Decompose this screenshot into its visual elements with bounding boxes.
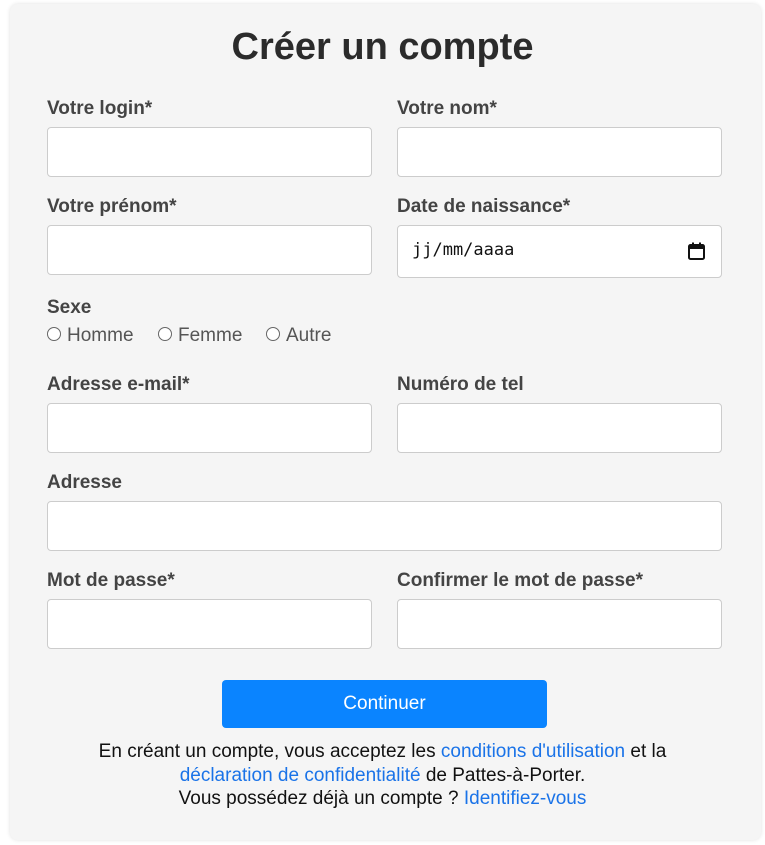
radio-femme[interactable]: Femme: [158, 325, 242, 347]
have-account-text: Vous possédez déjà un compte ?: [178, 788, 459, 809]
birthdate-input[interactable]: jj/mm/aaaa: [397, 225, 722, 278]
radio-homme-label: Homme: [67, 325, 134, 346]
login-link[interactable]: Identifiez-vous: [464, 788, 587, 809]
confirm-password-input[interactable]: [397, 599, 722, 649]
privacy-link[interactable]: déclaration de confidentialité: [180, 765, 421, 786]
continue-button[interactable]: Continuer: [222, 680, 547, 728]
terms-prefix: En créant un compte, vous acceptez les: [98, 741, 436, 762]
radio-femme-label: Femme: [178, 325, 243, 346]
radio-autre[interactable]: Autre: [266, 325, 331, 347]
login-input[interactable]: [47, 127, 372, 177]
confirm-password-label: Confirmer le mot de passe*: [397, 570, 644, 591]
prenom-label: Votre prénom*: [47, 196, 177, 217]
naissance-label: Date de naissance*: [397, 196, 571, 217]
password-input[interactable]: [47, 599, 372, 649]
birthdate-placeholder: jj/mm/aaaa: [412, 240, 515, 260]
email-label: Adresse e-mail*: [47, 374, 190, 395]
terms-middle: et la: [630, 741, 667, 762]
terms-suffix: de Pattes-à-Porter.: [425, 764, 586, 786]
tel-label: Numéro de tel: [397, 374, 524, 395]
conditions-link[interactable]: conditions d'utilisation: [441, 741, 625, 762]
prenom-input[interactable]: [47, 225, 372, 275]
nom-input[interactable]: [397, 127, 722, 177]
sexe-label: Sexe: [47, 297, 92, 318]
radio-homme[interactable]: Homme: [47, 325, 134, 347]
radio-circle-icon[interactable]: [266, 326, 280, 341]
tel-input[interactable]: [397, 403, 722, 453]
adresse-label: Adresse: [47, 472, 122, 493]
calendar-icon[interactable]: [688, 242, 705, 260]
login-label: Votre login*: [47, 98, 153, 119]
radio-autre-label: Autre: [286, 325, 332, 346]
email-input[interactable]: [47, 403, 372, 453]
terms-text: En créant un compte, vous acceptez les c…: [0, 740, 765, 811]
radio-circle-icon[interactable]: [47, 326, 61, 341]
password-label: Mot de passe*: [47, 570, 175, 591]
page-title: Créer un compte: [231, 26, 534, 68]
radio-circle-icon[interactable]: [158, 326, 172, 341]
nom-label: Votre nom*: [397, 98, 497, 119]
adresse-input[interactable]: [47, 501, 722, 551]
